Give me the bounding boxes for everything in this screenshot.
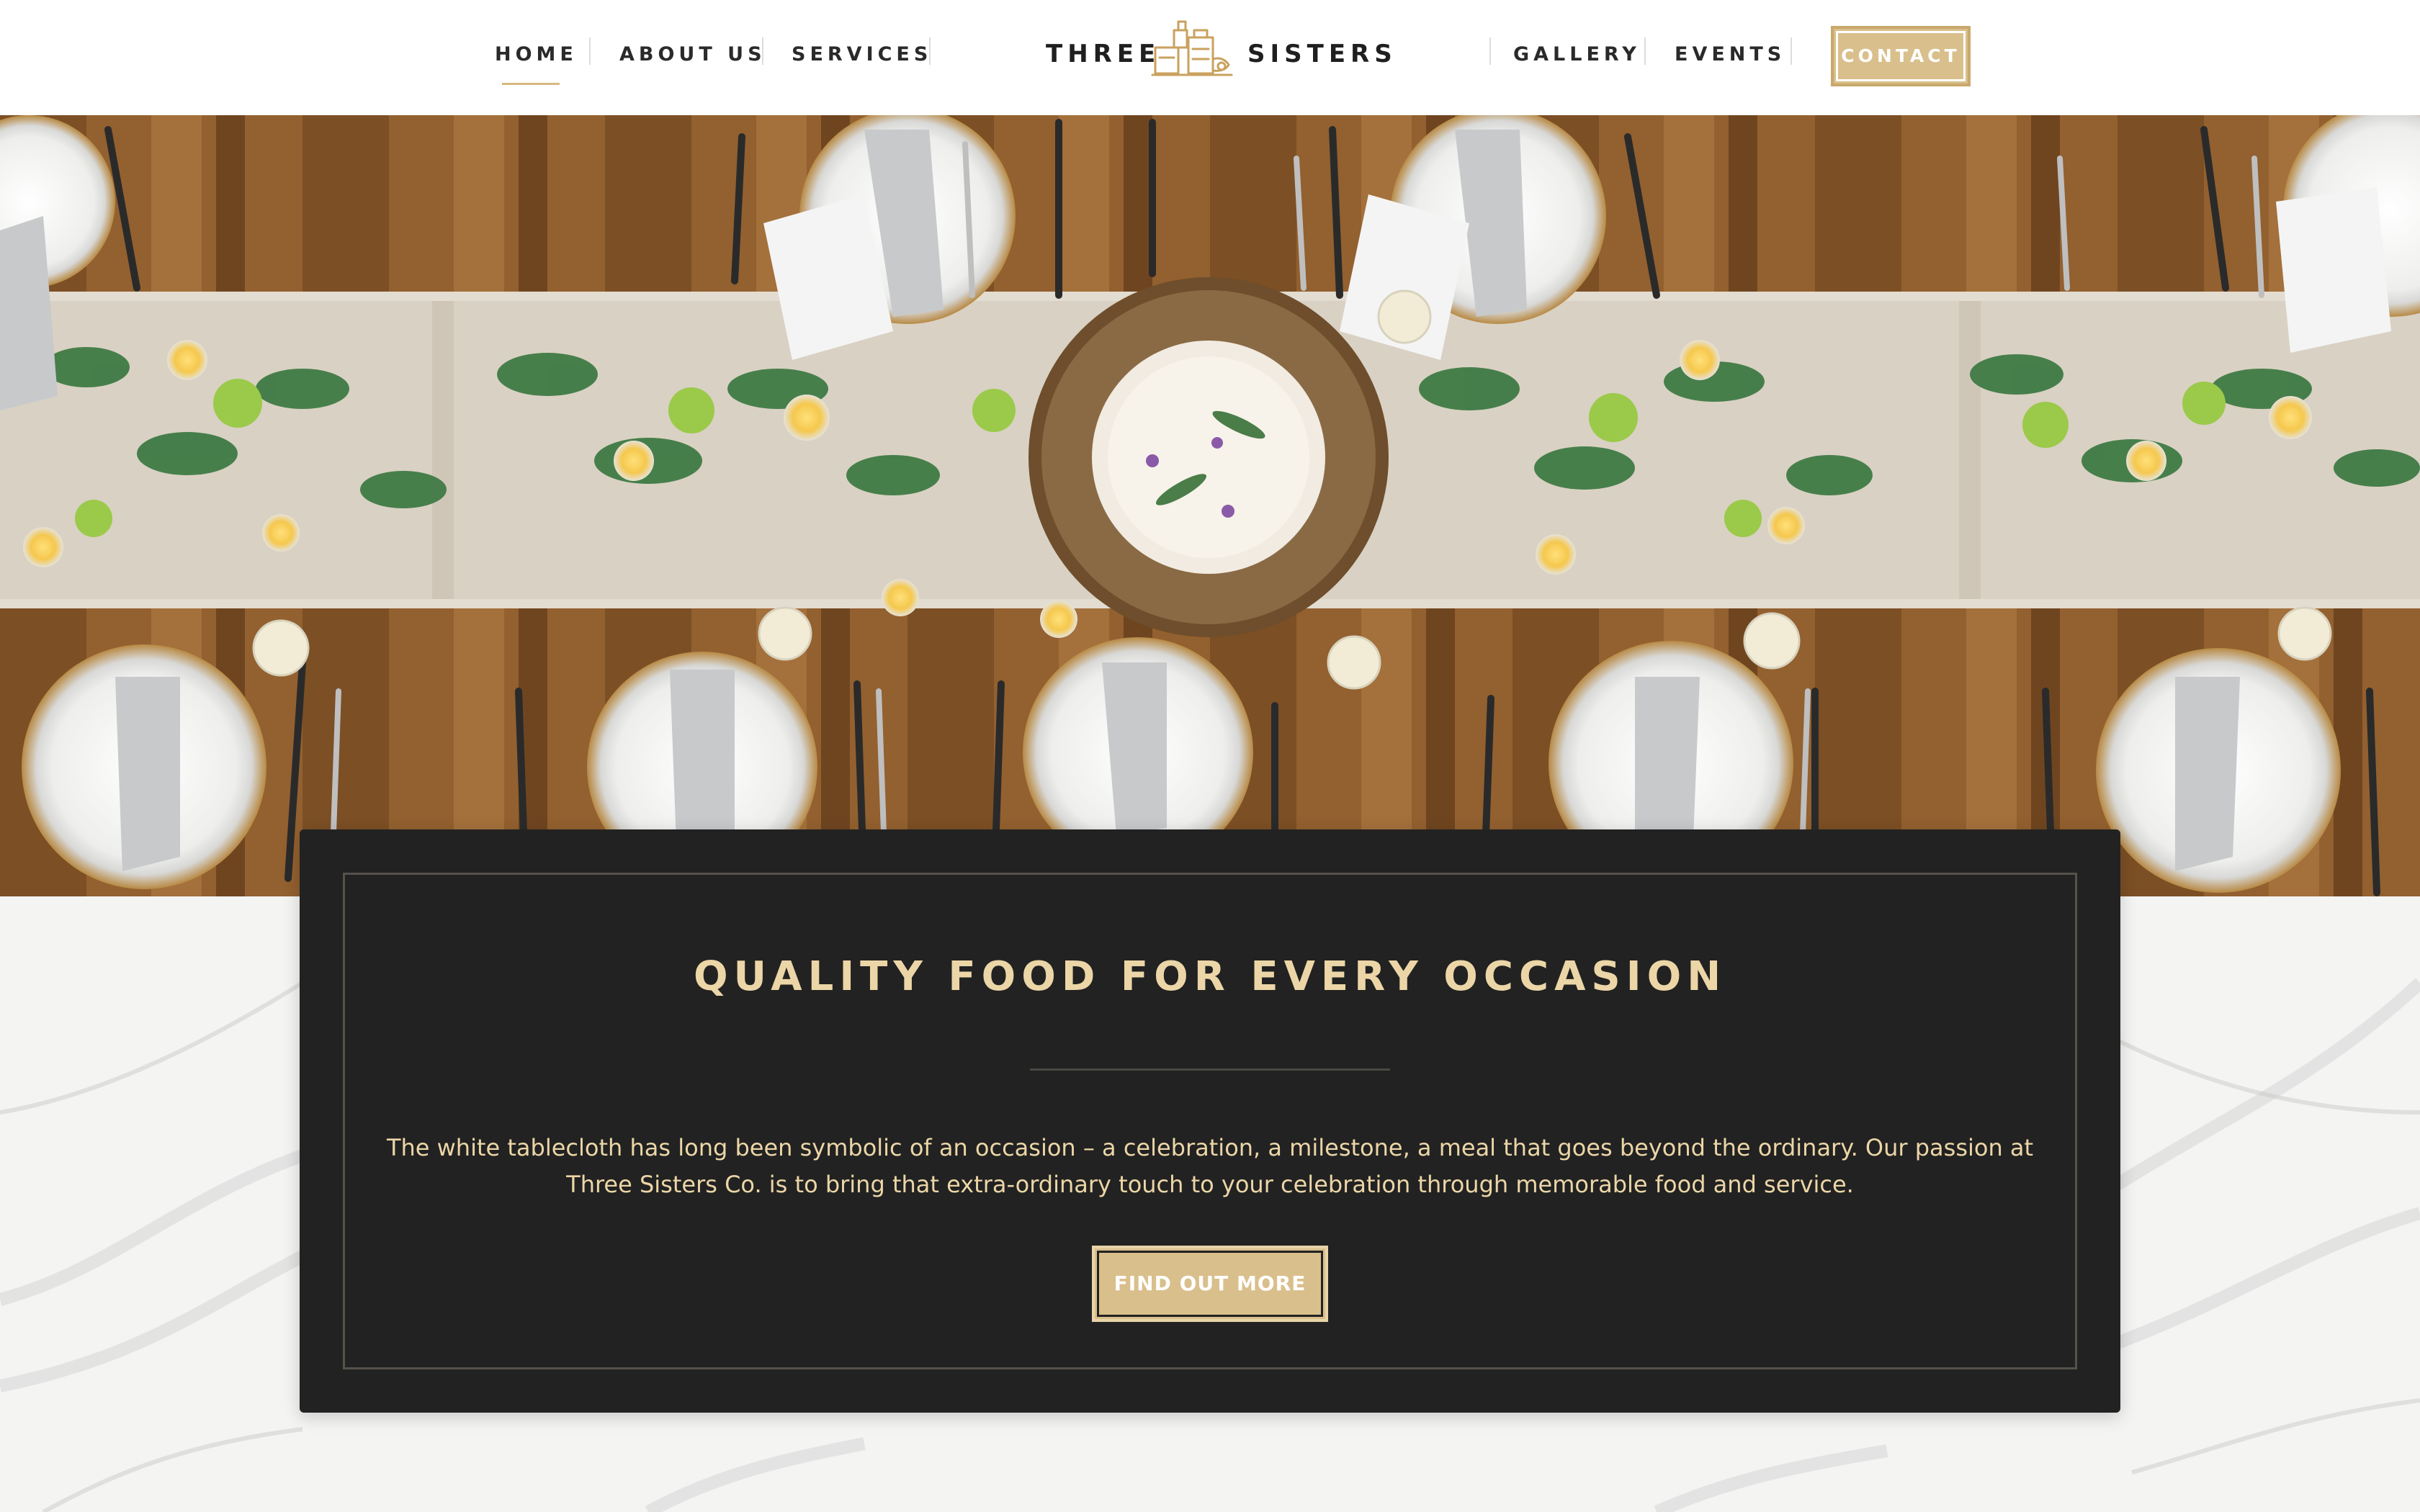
nav-events[interactable]: EVENTS <box>1675 40 1785 69</box>
nav-divider <box>762 37 763 65</box>
nav-divider <box>589 37 591 65</box>
logo-word-right: SISTERS <box>1247 40 1397 68</box>
card-title: QUALITY FOOD FOR EVERY OCCASION <box>693 953 1727 1000</box>
nav-about-us[interactable]: ABOUT US <box>619 40 766 69</box>
dining-table-photo <box>0 115 2420 896</box>
find-out-more-button[interactable]: FIND OUT MORE <box>1092 1246 1328 1322</box>
nav-home[interactable]: HOME <box>495 40 578 69</box>
nav-divider <box>929 37 931 65</box>
nav-divider <box>1644 37 1646 65</box>
logo-word-left: THREE <box>1046 40 1161 68</box>
hero-image <box>0 115 2420 896</box>
site-header: HOME ABOUT US SERVICES THREE SISTERS GAL <box>0 0 2420 115</box>
nav-gallery[interactable]: GALLERY <box>1513 40 1641 69</box>
intro-card: QUALITY FOOD FOR EVERY OCCASION The whit… <box>300 829 2120 1413</box>
title-divider <box>1030 1068 1390 1071</box>
contact-button[interactable]: CONTACT <box>1831 26 1971 86</box>
nav-divider <box>1489 37 1491 65</box>
active-nav-indicator <box>502 83 560 85</box>
card-description: The white tablecloth has long been symbo… <box>386 1134 2034 1198</box>
cooking-icon <box>1151 20 1233 76</box>
nav-services[interactable]: SERVICES <box>792 40 932 69</box>
nav-divider <box>1791 37 1792 65</box>
